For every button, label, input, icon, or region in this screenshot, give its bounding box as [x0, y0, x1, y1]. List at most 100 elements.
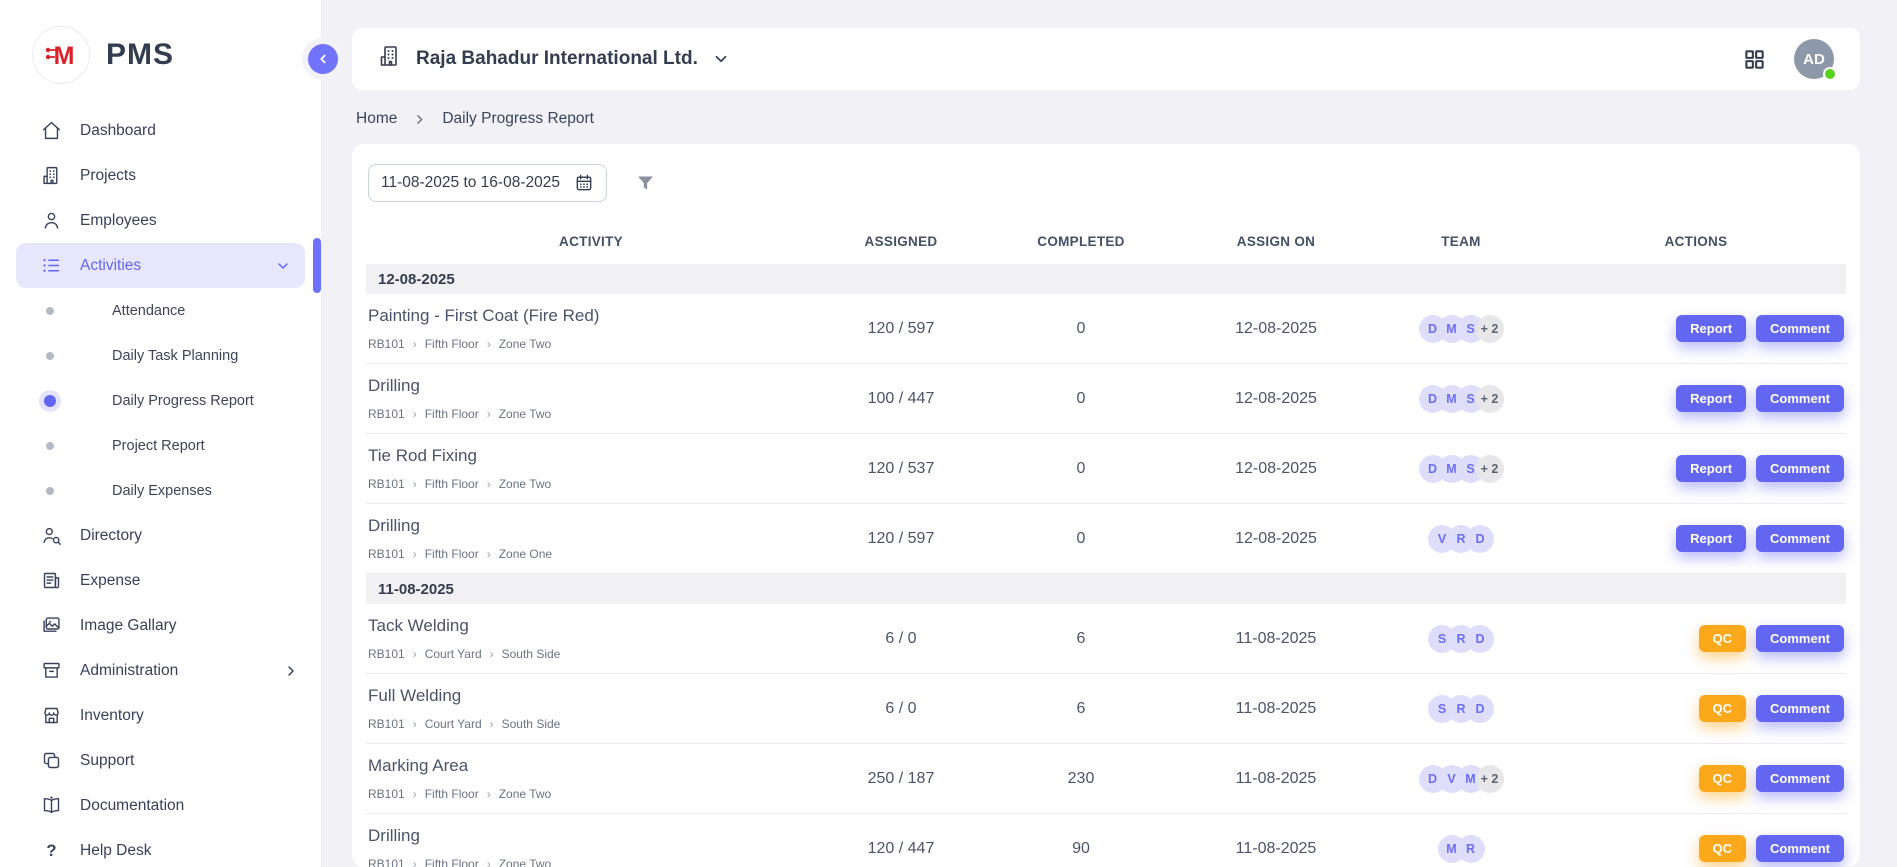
sidebar-subitem-label: Attendance — [112, 303, 185, 319]
row-actions: QC Comment — [1546, 695, 1846, 722]
column-header-actions: ACTIONS — [1546, 234, 1846, 249]
comment-button[interactable]: Comment — [1756, 625, 1844, 652]
path-chevron-icon: › — [490, 718, 494, 730]
report-button[interactable]: Report — [1676, 315, 1746, 342]
comment-button[interactable]: Comment — [1756, 315, 1844, 342]
team-more-badge[interactable]: + 2 — [1476, 455, 1504, 483]
assigned-value: 120 / 597 — [816, 530, 986, 548]
row-actions: Report Comment — [1546, 525, 1846, 552]
comment-button[interactable]: Comment — [1756, 765, 1844, 792]
copy-icon — [40, 750, 62, 772]
sidebar-subitem-daily-expenses[interactable]: Daily Expenses — [0, 468, 321, 513]
activity-name: Drilling — [366, 826, 816, 846]
sidebar-item-inventory[interactable]: Inventory — [0, 693, 321, 738]
sidebar-subitem-daily-task-planning[interactable]: Daily Task Planning — [0, 333, 321, 378]
path-chevron-icon: › — [487, 408, 491, 420]
comment-button[interactable]: Comment — [1756, 695, 1844, 722]
path-segment: RB101 — [368, 857, 405, 867]
table-row: Tie Rod FixingRB101›Fifth Floor›Zone Two… — [366, 434, 1846, 504]
activity-path: RB101›Court Yard›South Side — [366, 717, 816, 731]
sidebar-item-help-desk[interactable]: ?Help Desk — [0, 828, 321, 867]
row-actions: QC Comment — [1546, 835, 1846, 862]
team-member-avatar[interactable]: D — [1466, 695, 1494, 723]
qc-button[interactable]: QC — [1699, 695, 1747, 722]
team-avatars: MR — [1376, 835, 1546, 863]
team-more-badge[interactable]: + 2 — [1476, 315, 1504, 343]
sidebar-item-directory[interactable]: Directory — [0, 513, 321, 558]
team-member-avatar[interactable]: R — [1457, 835, 1485, 863]
team-member-avatar[interactable]: D — [1466, 525, 1494, 553]
active-route-indicator — [313, 238, 321, 293]
report-button[interactable]: Report — [1676, 385, 1746, 412]
dot-icon — [46, 352, 54, 360]
sidebar-subitem-label: Daily Expenses — [112, 483, 212, 499]
qc-button[interactable]: QC — [1699, 625, 1747, 652]
apps-grid-icon[interactable] — [1743, 48, 1766, 71]
path-chevron-icon: › — [487, 478, 491, 490]
home-icon — [40, 120, 62, 142]
sidebar-subitem-project-report[interactable]: Project Report — [0, 423, 321, 468]
date-group-header: 11-08-2025 — [366, 574, 1846, 604]
activity-name: Tack Welding — [366, 616, 816, 636]
building-icon — [40, 165, 62, 187]
user-avatar[interactable]: AD — [1794, 39, 1834, 79]
breadcrumb-home[interactable]: Home — [356, 110, 397, 128]
sidebar-item-documentation[interactable]: Documentation — [0, 783, 321, 828]
team-more-badge[interactable]: + 2 — [1476, 385, 1504, 413]
company-name: Raja Bahadur International Ltd. — [416, 48, 698, 70]
assigned-value: 100 / 447 — [816, 390, 986, 408]
sidebar-item-dashboard[interactable]: Dashboard — [0, 108, 321, 153]
path-chevron-icon: › — [487, 788, 491, 800]
assign-on-value: 11-08-2025 — [1176, 770, 1376, 788]
report-button[interactable]: Report — [1676, 455, 1746, 482]
sidebar-item-employees[interactable]: Employees — [0, 198, 321, 243]
completed-value: 0 — [986, 530, 1176, 548]
content-card: 11-08-2025 to 16-08-2025 ACTIVITYASSIGNE… — [352, 144, 1860, 867]
sidebar-item-administration[interactable]: Administration — [0, 648, 321, 693]
list-icon — [40, 255, 62, 277]
sidebar-item-support[interactable]: Support — [0, 738, 321, 783]
sidebar-item-projects[interactable]: Projects — [0, 153, 321, 198]
sidebar-item-image-gallary[interactable]: Image Gallary — [0, 603, 321, 648]
filter-icon[interactable] — [635, 173, 656, 194]
path-segment: Fifth Floor — [425, 787, 479, 801]
calendar-icon — [574, 173, 594, 193]
date-range-input[interactable]: 11-08-2025 to 16-08-2025 — [368, 164, 607, 202]
building-icon — [378, 44, 402, 74]
path-segment: Fifth Floor — [425, 857, 479, 867]
sidebar-item-expense[interactable]: Expense — [0, 558, 321, 603]
person-icon — [40, 210, 62, 232]
comment-button[interactable]: Comment — [1756, 525, 1844, 552]
sidebar-item-activities[interactable]: Activities — [16, 243, 305, 288]
comment-button[interactable]: Comment — [1756, 385, 1844, 412]
app-title: PMS — [106, 38, 174, 72]
date-group-header: 12-08-2025 — [366, 264, 1846, 294]
topbar: Raja Bahadur International Ltd. AD — [352, 28, 1860, 90]
team-more-badge[interactable]: + 2 — [1476, 765, 1504, 793]
chevron-down-icon — [275, 258, 291, 274]
question-icon: ? — [40, 840, 62, 862]
assign-on-value: 12-08-2025 — [1176, 390, 1376, 408]
people-search-icon — [40, 525, 62, 547]
sidebar-nav: DashboardProjects Employees Activities Atte… — [0, 108, 321, 867]
comment-button[interactable]: Comment — [1756, 455, 1844, 482]
path-chevron-icon: › — [413, 408, 417, 420]
date-range-value: 11-08-2025 to 16-08-2025 — [381, 174, 560, 192]
column-header-completed: COMPLETED — [986, 234, 1176, 249]
qc-button[interactable]: QC — [1699, 765, 1747, 792]
sidebar-subitem-attendance[interactable]: Attendance — [0, 288, 321, 333]
path-chevron-icon: › — [413, 718, 417, 730]
sidebar-subitem-daily-progress-report[interactable]: Daily Progress Report — [0, 378, 321, 423]
store-icon — [40, 705, 62, 727]
table-row: Tack WeldingRB101›Court Yard›South Side6… — [366, 604, 1846, 674]
sidebar-collapse-button[interactable] — [308, 44, 338, 74]
report-button[interactable]: Report — [1676, 525, 1746, 552]
qc-button[interactable]: QC — [1699, 835, 1747, 862]
team-member-avatar[interactable]: D — [1466, 625, 1494, 653]
table-header-row: ACTIVITYASSIGNEDCOMPLETEDASSIGN ONTEAMAC… — [366, 218, 1846, 264]
row-actions: QC Comment — [1546, 765, 1846, 792]
comment-button[interactable]: Comment — [1756, 835, 1844, 862]
company-selector[interactable]: Raja Bahadur International Ltd. — [378, 44, 730, 74]
main-area: Raja Bahadur International Ltd. AD Home — [322, 0, 1897, 867]
sidebar-item-label: Employees — [80, 212, 299, 230]
